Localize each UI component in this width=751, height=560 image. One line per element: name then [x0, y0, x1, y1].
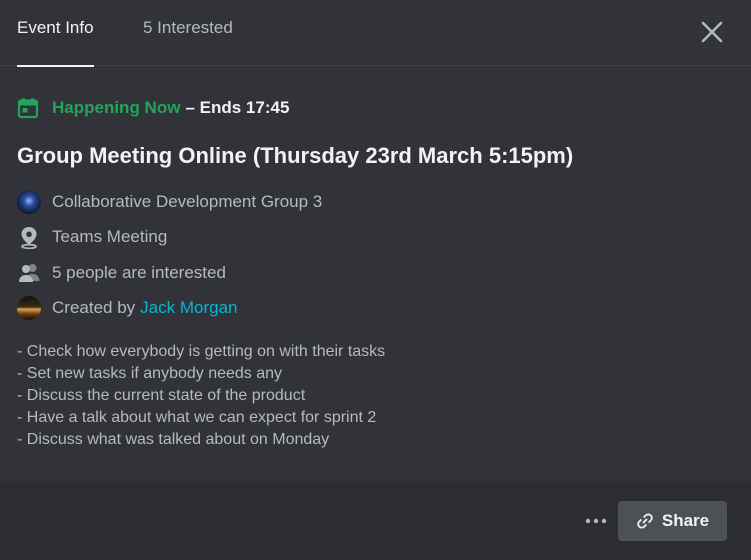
description-line: - Set new tasks if anybody needs any: [17, 365, 283, 382]
guild-avatar: [17, 190, 41, 214]
created-by-label: Created by: [52, 298, 136, 317]
more-options-button[interactable]: [582, 509, 610, 533]
location-row: Teams Meeting: [17, 224, 167, 250]
guild-row: Collaborative Development Group 3: [17, 189, 322, 215]
description-line: - Check how everybody is getting on with…: [17, 343, 386, 360]
event-title: Group Meeting Online (Thursday 23rd Marc…: [17, 143, 574, 168]
tab-event-info[interactable]: Event Info: [17, 18, 94, 67]
location-text: Teams Meeting: [52, 227, 168, 246]
more-dots-icon: [585, 518, 607, 524]
modal-footer: Share: [0, 481, 751, 560]
interested-row: 5 people are interested: [17, 260, 226, 286]
close-button[interactable]: [698, 18, 726, 46]
creator-avatar: [17, 296, 41, 320]
guild-icon: [17, 190, 41, 214]
interested-count-text: 5 people are interested: [52, 263, 226, 282]
event-description: - Check how everybody is getting on with…: [17, 341, 385, 451]
ends-time-label: – Ends 17:45: [185, 98, 290, 117]
link-icon: [637, 513, 653, 529]
description-line: - Discuss the current state of the produ…: [17, 387, 306, 404]
happening-now-label: Happening Now: [52, 98, 181, 117]
description-line: - Discuss what was talked about on Monda…: [17, 431, 330, 448]
people-icon: [17, 261, 41, 285]
event-status: Happening Now – Ends 17:45: [17, 97, 289, 119]
creator-link[interactable]: Jack Morgan: [140, 298, 237, 318]
close-icon: [701, 21, 723, 43]
description-line: - Have a talk about what we can expect f…: [17, 409, 377, 426]
share-button[interactable]: Share: [618, 501, 727, 541]
tab-bar: Event Info 5 Interested: [0, 0, 751, 67]
guild-name: Collaborative Development Group 3: [52, 192, 323, 211]
share-label: Share: [661, 511, 710, 530]
creator-row: Created by Jack Morgan: [17, 295, 238, 321]
calendar-icon: [17, 98, 39, 119]
location-pin-icon: [17, 225, 41, 249]
creator-avatar-icon: [17, 296, 41, 320]
tab-interested[interactable]: 5 Interested: [143, 18, 233, 66]
